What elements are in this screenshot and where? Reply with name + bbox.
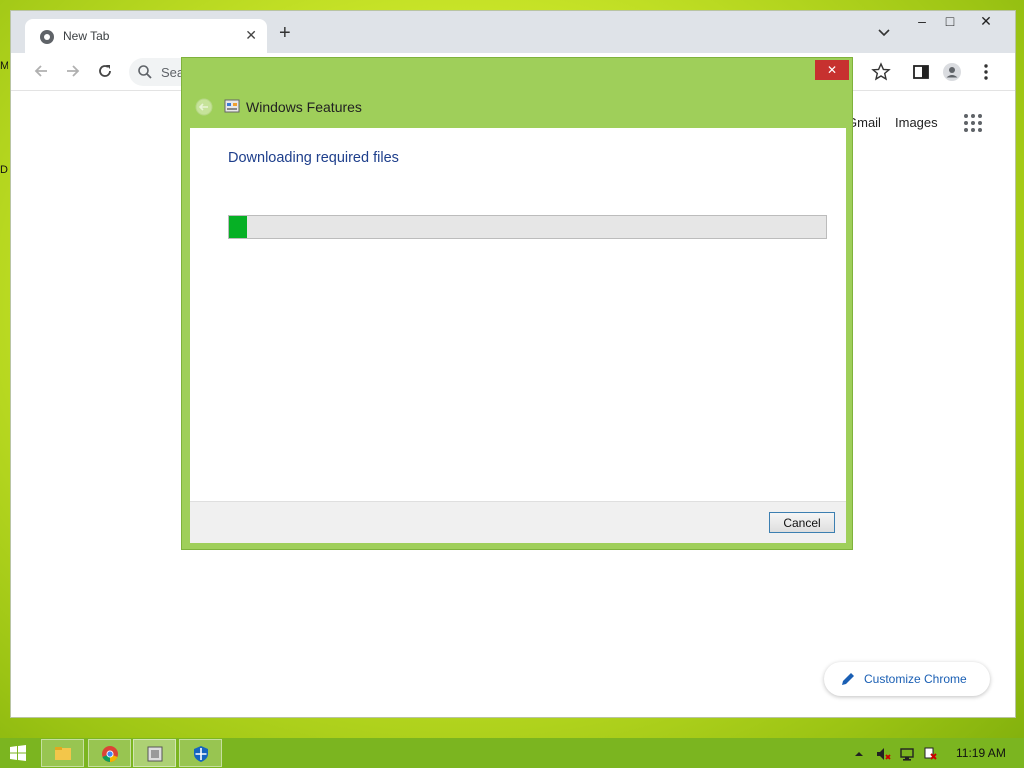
customize-chrome-label: Customize Chrome: [864, 672, 967, 686]
new-tab-button[interactable]: +: [279, 23, 291, 43]
pencil-icon: [842, 673, 854, 685]
back-arrow-icon[interactable]: [195, 98, 213, 116]
chrome-icon: [40, 30, 54, 44]
folder-icon: [55, 747, 71, 760]
reload-icon[interactable]: [95, 61, 115, 81]
volume-muted-icon[interactable]: [875, 746, 891, 762]
progress-fill: [229, 216, 247, 238]
shield-icon: [194, 746, 208, 762]
windows-features-icon: [147, 746, 163, 762]
dialog-footer: Cancel: [190, 501, 846, 543]
taskbar: 11:19 AM: [0, 738, 1024, 768]
minimize-button[interactable]: –: [907, 13, 937, 29]
taskbar-clock[interactable]: 11:19 AM: [956, 746, 1006, 760]
cancel-button[interactable]: Cancel: [769, 512, 835, 533]
taskbar-file-explorer[interactable]: [41, 739, 84, 767]
network-icon[interactable]: [899, 746, 915, 762]
taskbar-windows-features[interactable]: [133, 739, 176, 767]
windows-features-dialog: ✕ Windows Features Downloading required …: [181, 57, 853, 550]
dialog-content: Downloading required files Cancel: [190, 128, 846, 543]
dialog-close-button[interactable]: ✕: [815, 60, 849, 80]
menu-kebab-icon[interactable]: [976, 62, 996, 82]
tab-new-tab[interactable]: New Tab ✕: [25, 19, 267, 53]
forward-arrow-icon[interactable]: [63, 61, 83, 81]
chrome-icon: [102, 746, 118, 763]
desktop-icon-label-m[interactable]: M: [0, 60, 8, 72]
bookmark-star-icon[interactable]: [871, 62, 891, 82]
tab-search-icon[interactable]: [877, 25, 891, 39]
maximize-button[interactable]: □: [935, 13, 965, 29]
back-arrow-icon[interactable]: [31, 61, 51, 81]
windows-features-icon: [224, 99, 240, 113]
tab-title: New Tab: [63, 29, 110, 43]
tab-strip: New Tab ✕ + – □ ✕: [11, 11, 1015, 53]
profile-avatar-icon[interactable]: [942, 62, 962, 82]
images-link[interactable]: Images: [895, 115, 938, 130]
google-apps-grid-icon[interactable]: [963, 113, 983, 133]
show-hidden-icons-chevron-icon[interactable]: [851, 746, 867, 762]
customize-chrome-button[interactable]: Customize Chrome: [824, 662, 990, 696]
side-panel-icon[interactable]: [911, 62, 931, 82]
desktop-icon-label-d[interactable]: D: [0, 164, 8, 176]
close-tab-icon[interactable]: ✕: [245, 27, 257, 44]
taskbar-chrome[interactable]: [88, 739, 131, 767]
dialog-heading: Downloading required files: [228, 150, 399, 166]
download-progress-bar: [228, 215, 827, 239]
action-center-alert-icon[interactable]: [922, 746, 938, 762]
close-window-button[interactable]: ✕: [971, 13, 1001, 30]
windows-start-icon[interactable]: [10, 745, 26, 761]
taskbar-windows-defender[interactable]: [179, 739, 222, 767]
search-icon: [138, 65, 152, 79]
dialog-title: Windows Features: [246, 99, 362, 115]
